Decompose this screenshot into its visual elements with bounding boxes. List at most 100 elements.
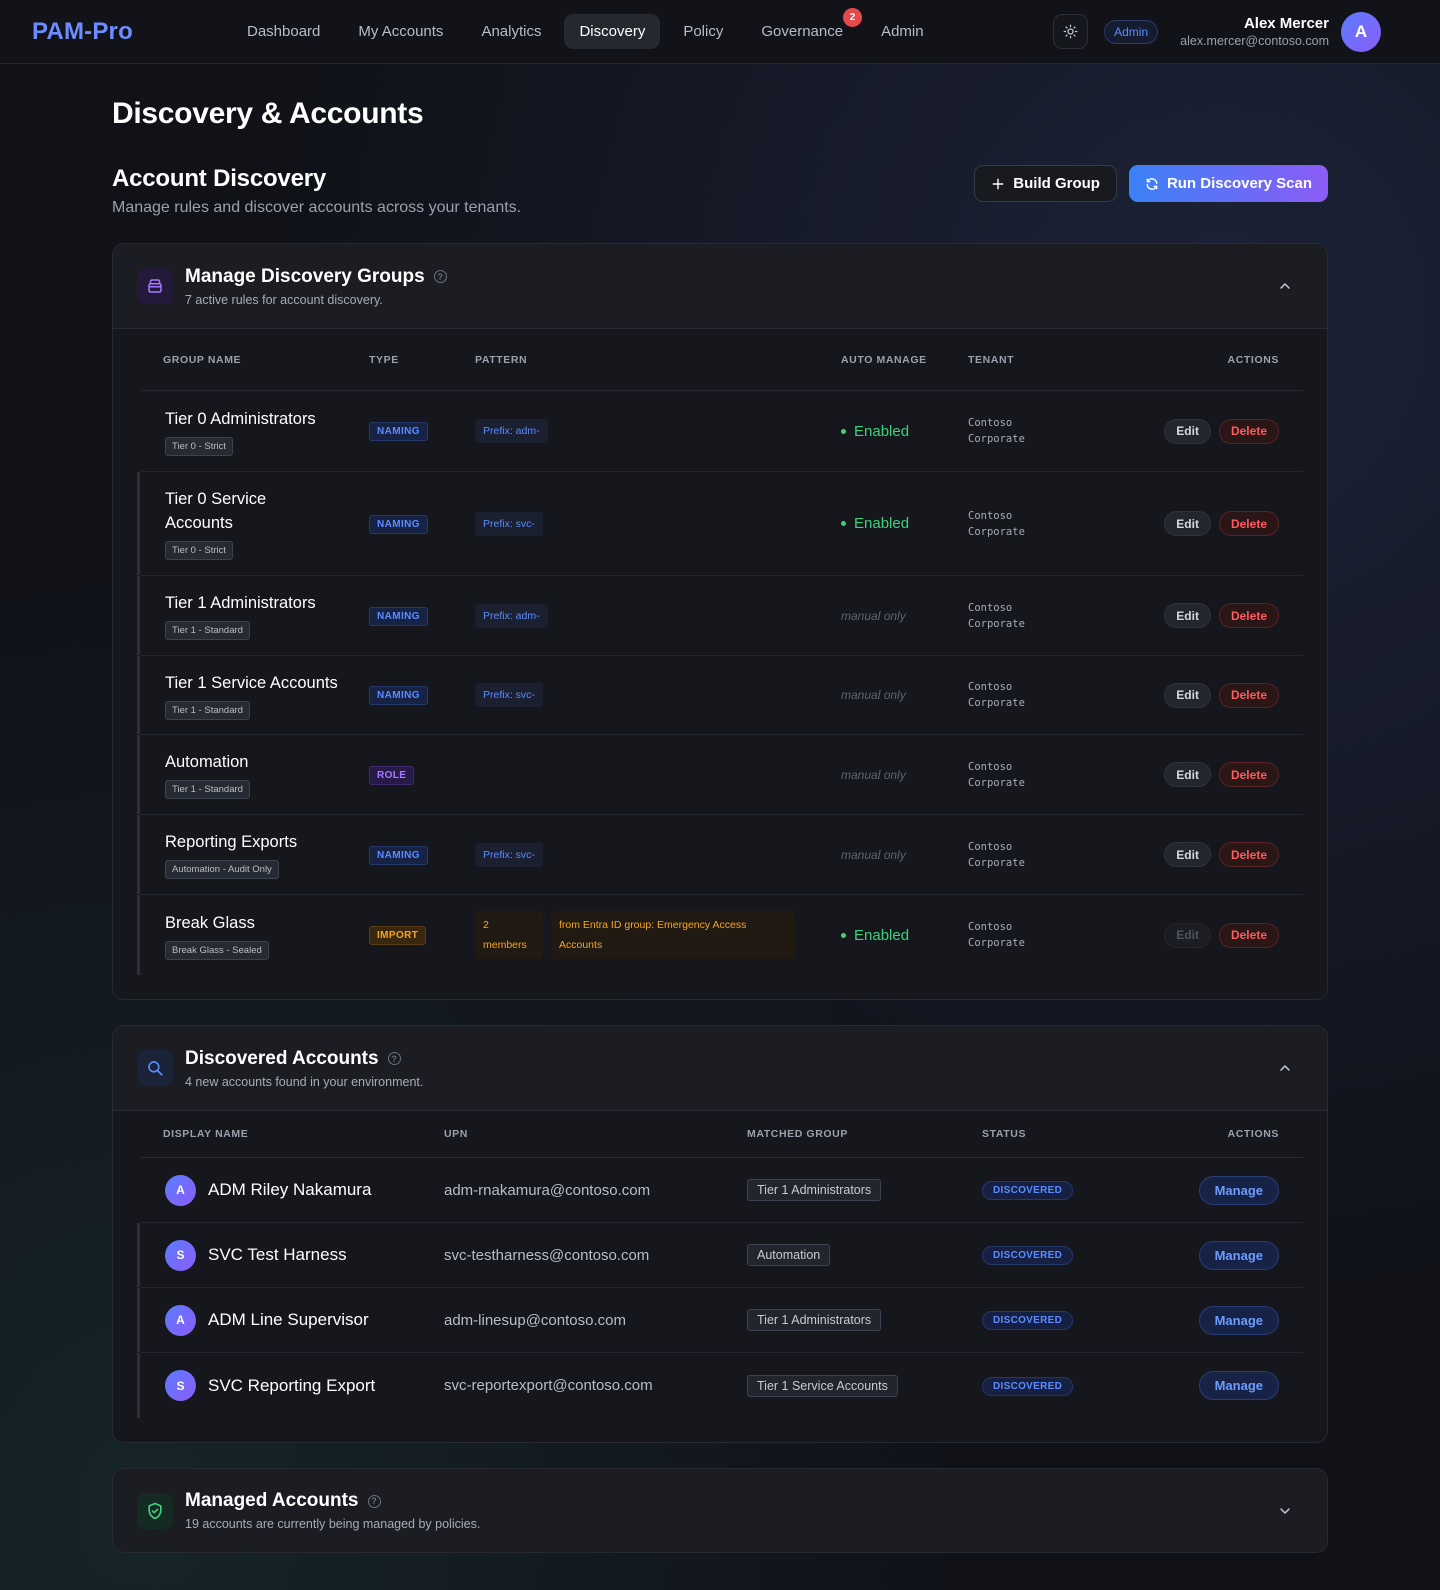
edit-button: Edit [1164, 922, 1211, 948]
table-row: A ADM Line Supervisor adm-linesup@contos… [137, 1288, 1303, 1353]
member-count: 2 [483, 919, 489, 931]
manage-button[interactable]: Manage [1198, 1240, 1279, 1270]
run-discovery-scan-button[interactable]: Run Discovery Scan [1128, 165, 1328, 202]
tier-tag: Tier 0 - Strict [165, 436, 234, 456]
avatar: S [165, 1370, 196, 1401]
manage-button[interactable]: Manage [1198, 1175, 1279, 1205]
table-row: Tier 0 Service Accounts Tier 0 - Strict … [137, 472, 1303, 576]
main-content: Discovery & Accounts Account Discovery M… [0, 97, 1440, 1553]
pattern-chip: Prefix: svc- [475, 683, 543, 707]
delete-button[interactable]: Delete [1218, 511, 1279, 536]
help-icon[interactable]: ? [367, 1494, 381, 1508]
discovered-card-title: Discovered Accounts [185, 1047, 379, 1069]
discovered-table-header: DISPLAY NAME UPN MATCHED GROUP STATUS AC… [141, 1111, 1303, 1158]
tenant-name-line-2: Corporate [968, 617, 1025, 630]
role-badge: Admin [1104, 19, 1159, 44]
tier-tag: Tier 1 - Standard [165, 621, 250, 640]
avatar: A [165, 1174, 196, 1206]
col-display-name[interactable]: DISPLAY NAME [141, 1128, 444, 1140]
display-name: SVC Reporting Export [208, 1375, 376, 1395]
col-tenant[interactable]: TENANT [968, 354, 1118, 366]
pattern-cell: 2 members from Entra ID group: Emergency… [475, 911, 841, 959]
nav-dashboard[interactable]: Dashboard [232, 14, 335, 49]
col-type[interactable]: TYPE [369, 354, 475, 366]
build-group-button[interactable]: Build Group [974, 165, 1117, 202]
header-actions: Build Group Run Discovery Scan [974, 165, 1328, 202]
pattern-cell: Prefix: svc- [475, 683, 841, 707]
tenant-name-line-1: Contoso [968, 840, 1013, 853]
col-upn[interactable]: UPN [444, 1128, 747, 1140]
edit-button[interactable]: Edit [1164, 511, 1211, 536]
manage-button[interactable]: Manage [1198, 1371, 1279, 1400]
edit-button[interactable]: Edit [1164, 603, 1211, 628]
delete-button[interactable]: Delete [1218, 603, 1279, 628]
user-avatar[interactable]: A [1341, 11, 1381, 52]
help-icon[interactable]: ? [387, 1052, 401, 1065]
import-source-line-2: Accounts [559, 939, 603, 951]
tenant-cell: Contoso Corporate [968, 759, 1118, 791]
tenant-name-line-2: Corporate [968, 525, 1025, 538]
discovered-accounts-card: Discovered Accounts ? 4 new accounts fou… [112, 1025, 1328, 1443]
delete-button[interactable]: Delete [1218, 762, 1279, 787]
nav-governance[interactable]: Governance 2 [746, 8, 863, 49]
type-cell: NAMING [369, 421, 475, 441]
build-group-label: Build Group [1013, 175, 1100, 192]
discovered-card-title-row: Discovered Accounts ? [185, 1048, 423, 1070]
nav-policy[interactable]: Policy [668, 14, 738, 49]
managed-accounts-header[interactable]: Managed Accounts ? 19 accounts are curre… [113, 1469, 1327, 1552]
edit-button[interactable]: Edit [1164, 682, 1211, 708]
help-icon[interactable]: ? [433, 270, 447, 283]
groups-table-header: GROUP NAME TYPE PATTERN AUTO MANAGE TENA… [141, 329, 1303, 391]
upn: svc-testharness@contoso.com [444, 1246, 650, 1264]
actions-cell: Edit Delete [1118, 418, 1303, 444]
status-cell: DISCOVERED [982, 1245, 1132, 1265]
import-source-chip: from Entra ID group: Emergency Access Ac… [551, 911, 795, 959]
table-row: S SVC Test Harness svc-testharness@conto… [137, 1223, 1303, 1288]
col-status[interactable]: STATUS [982, 1128, 1132, 1140]
type-badge: NAMING [369, 422, 428, 441]
delete-button[interactable]: Delete [1218, 682, 1279, 708]
type-cell: NAMING [369, 685, 475, 705]
tenant-name-line-1: Contoso [968, 921, 1013, 933]
nav-my-accounts[interactable]: My Accounts [343, 14, 458, 49]
chevron-up-icon[interactable] [1277, 1060, 1293, 1076]
theme-toggle-button[interactable] [1053, 14, 1089, 49]
matched-group-cell: Automation [747, 1244, 982, 1266]
edit-button[interactable]: Edit [1164, 842, 1211, 867]
nav-analytics[interactable]: Analytics [466, 14, 556, 49]
group-name: Tier 1 Service Accounts [165, 673, 338, 692]
edit-button[interactable]: Edit [1164, 762, 1211, 787]
delete-button[interactable]: Delete [1218, 922, 1279, 948]
actions-cell: Manage [1132, 1175, 1303, 1205]
nav-discovery[interactable]: Discovery [564, 14, 661, 49]
type-cell: NAMING [369, 606, 475, 626]
discovered-table: DISPLAY NAME UPN MATCHED GROUP STATUS AC… [137, 1111, 1303, 1418]
matched-group-chip: Tier 1 Service Accounts [747, 1374, 898, 1397]
tenant-cell: Contoso Corporate [968, 415, 1118, 447]
discovered-card-icon-box [137, 1050, 173, 1086]
col-matched-group[interactable]: MATCHED GROUP [747, 1128, 982, 1140]
page-title: Discovery & Accounts [112, 97, 424, 130]
actions-cell: Manage [1132, 1240, 1303, 1270]
col-auto-manage[interactable]: AUTO MANAGE [841, 353, 968, 367]
chevron-up-icon[interactable] [1277, 278, 1293, 294]
tenant-name-line-2: Corporate [968, 697, 1025, 709]
upn: svc-reportexport@contoso.com [444, 1377, 653, 1394]
col-pattern[interactable]: PATTERN [475, 354, 841, 366]
edit-button[interactable]: Edit [1164, 418, 1211, 444]
app-logo[interactable]: PAM-Pro [32, 18, 232, 46]
group-name-cell: Reporting Exports Automation - Audit Onl… [141, 830, 369, 879]
member-count-label: members [483, 939, 527, 951]
manage-button[interactable]: Manage [1198, 1305, 1279, 1335]
status-badge: DISCOVERED [982, 1246, 1074, 1265]
discovered-accounts-header[interactable]: Discovered Accounts ? 4 new accounts fou… [113, 1026, 1327, 1111]
chevron-down-icon[interactable] [1277, 1503, 1293, 1519]
discovery-groups-header[interactable]: Manage Discovery Groups ? 7 active rules… [113, 244, 1327, 329]
delete-button[interactable]: Delete [1218, 842, 1279, 867]
actions-cell: Manage [1132, 1305, 1303, 1335]
delete-button[interactable]: Delete [1218, 418, 1279, 444]
tier-tag: Break Glass - Sealed [165, 940, 269, 960]
nav-admin[interactable]: Admin [866, 14, 939, 49]
type-badge: NAMING [369, 845, 428, 865]
col-group-name[interactable]: GROUP NAME [141, 354, 369, 366]
